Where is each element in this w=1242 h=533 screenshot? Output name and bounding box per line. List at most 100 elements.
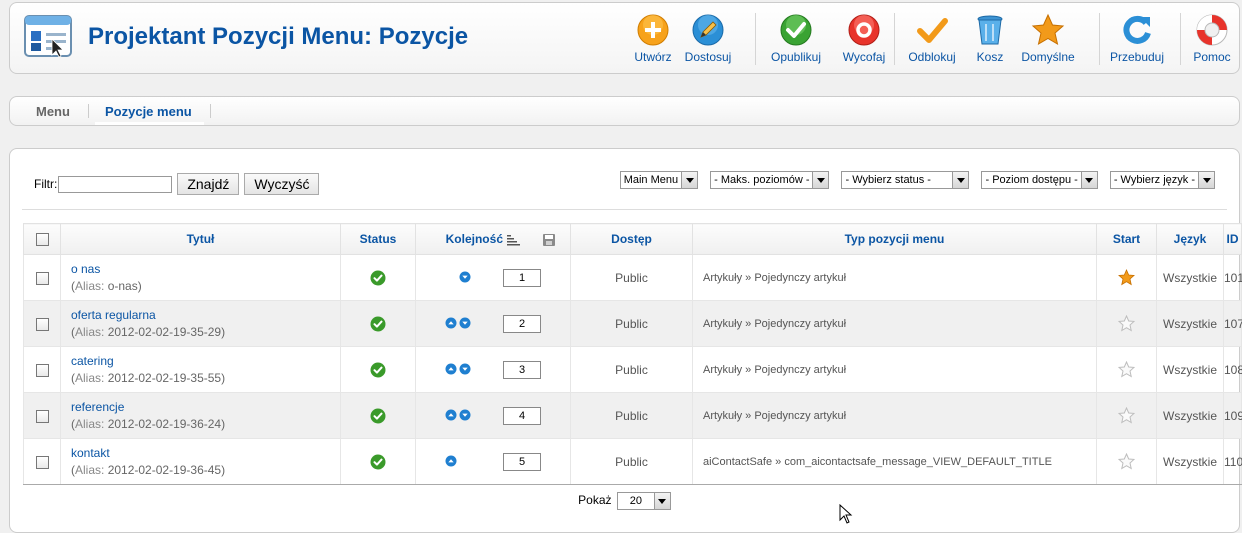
- home-star-empty-icon[interactable]: [1117, 360, 1136, 378]
- row-checkbox[interactable]: [35, 317, 49, 331]
- move-up-icon[interactable]: [445, 317, 457, 329]
- move-down-icon[interactable]: [459, 363, 471, 375]
- help-button[interactable]: Pomoc: [1190, 3, 1234, 73]
- move-down-icon[interactable]: [459, 271, 471, 283]
- max-levels-select[interactable]: - Maks. poziomów -: [710, 171, 830, 189]
- unpublish-button[interactable]: Wycofaj: [838, 3, 890, 73]
- filter-search-input[interactable]: [58, 175, 173, 193]
- submenu-item-menu[interactable]: Menu: [36, 104, 70, 119]
- home-star-empty-icon[interactable]: [1117, 452, 1136, 470]
- help-icon: [1196, 14, 1228, 46]
- order-input[interactable]: 2: [503, 314, 541, 333]
- language-select[interactable]: - Wybierz język -: [1109, 171, 1215, 189]
- access-level-select[interactable]: - Poziom dostępu -: [981, 171, 1098, 189]
- chevron-down-icon: [1198, 172, 1214, 188]
- menu-select[interactable]: Main Menu: [619, 171, 699, 189]
- home-star-icon[interactable]: [1118, 269, 1135, 286]
- item-title-link[interactable]: o nas: [71, 262, 100, 276]
- sort-icon[interactable]: [506, 234, 521, 246]
- new-icon: [637, 14, 669, 46]
- table-row: o nas (Alias: o-nas) 1 Public Artykuły » Poj…: [23, 254, 1242, 301]
- move-down-icon[interactable]: [459, 409, 471, 421]
- access-cell: Public: [570, 438, 693, 485]
- item-title-link[interactable]: oferta regularna: [71, 308, 156, 322]
- chevron-down-icon: [952, 172, 969, 188]
- item-title-link[interactable]: catering: [71, 354, 114, 368]
- filter-selects: Main Menu - Maks. poziomów - - Wybierz s…: [608, 171, 1215, 189]
- new-button[interactable]: Utwórz: [631, 3, 675, 73]
- row-checkbox[interactable]: [35, 455, 49, 469]
- chevron-down-icon: [653, 493, 670, 509]
- publish-button[interactable]: Opublikuj: [766, 3, 826, 73]
- default-star-icon: [1031, 13, 1065, 46]
- order-input[interactable]: 5: [503, 452, 541, 471]
- order-input[interactable]: 4: [503, 406, 541, 425]
- type-cell: aiContactSafe » com_aicontactsafe_messag…: [692, 438, 1097, 485]
- trash-icon: [977, 15, 1003, 45]
- item-alias: (Alias: 2012-02-02-19-36-45): [71, 463, 226, 477]
- edit-button[interactable]: Dostosuj: [677, 3, 739, 73]
- status-column-header[interactable]: Status: [340, 223, 416, 255]
- id-cell: 109: [1223, 392, 1242, 439]
- id-cell: 108: [1223, 346, 1242, 393]
- select-all-header: [23, 223, 61, 255]
- language-column-header[interactable]: Język: [1156, 223, 1224, 255]
- order-input[interactable]: 1: [503, 268, 541, 287]
- rebuild-button[interactable]: Przebuduj: [1108, 3, 1166, 73]
- clear-button[interactable]: Wyczyść: [244, 173, 320, 195]
- published-icon[interactable]: [370, 316, 386, 332]
- search-button[interactable]: Znajdź: [177, 173, 240, 195]
- table-row: catering (Alias: 2012-02-02-19-35-55) 3 Pub…: [23, 346, 1242, 393]
- row-checkbox[interactable]: [35, 409, 49, 423]
- home-column-header[interactable]: Start: [1096, 223, 1157, 255]
- row-checkbox[interactable]: [35, 271, 49, 285]
- item-alias: (Alias: o-nas): [71, 279, 142, 293]
- item-title-link[interactable]: referencje: [71, 400, 124, 414]
- divider: [22, 209, 1227, 210]
- select-all-checkbox[interactable]: [35, 233, 49, 247]
- access-cell: Public: [570, 392, 693, 439]
- id-column-header[interactable]: ID: [1223, 223, 1242, 255]
- published-icon[interactable]: [370, 408, 386, 424]
- order-arrows: [445, 409, 485, 423]
- submenu-separator: [210, 104, 211, 118]
- submenu-item-menu-items[interactable]: Pozycje menu: [95, 104, 204, 125]
- status-select[interactable]: - Wybierz status -: [841, 171, 970, 189]
- toolbar-separator: [1180, 13, 1181, 65]
- access-column-header[interactable]: Dostęp: [570, 223, 693, 255]
- language-cell: Wszystkie: [1156, 300, 1224, 347]
- published-icon[interactable]: [370, 270, 386, 286]
- save-order-icon[interactable]: [542, 233, 556, 247]
- mouse-cursor-icon: [839, 504, 853, 524]
- toolbar-separator: [894, 13, 895, 65]
- checkin-button[interactable]: Odblokuj: [904, 3, 960, 73]
- item-title-link[interactable]: kontakt: [71, 446, 110, 460]
- title-column-header[interactable]: Tytuł: [60, 223, 341, 255]
- submenu-separator: [88, 104, 89, 118]
- published-icon[interactable]: [370, 362, 386, 378]
- order-arrows: [445, 317, 485, 331]
- item-alias: (Alias: 2012-02-02-19-35-55): [71, 371, 226, 385]
- move-up-icon[interactable]: [445, 363, 457, 375]
- list-limit-select[interactable]: 20: [616, 492, 671, 510]
- published-icon[interactable]: [370, 454, 386, 470]
- toolbar-separator: [1099, 13, 1100, 65]
- row-checkbox[interactable]: [35, 363, 49, 377]
- order-input[interactable]: 3: [503, 360, 541, 379]
- type-cell: Artykuły » Pojedynczy artykuł: [692, 392, 1097, 439]
- move-down-icon[interactable]: [459, 317, 471, 329]
- menu-items-table: Tytuł Status Kolejność Dostęp Typ pozycj…: [23, 223, 1242, 485]
- home-star-empty-icon[interactable]: [1117, 314, 1136, 332]
- access-cell: Public: [570, 254, 693, 301]
- main-panel: Filtr: Znajdź Wyczyść Main Menu - Maks. …: [9, 148, 1242, 533]
- chevron-down-icon: [681, 172, 698, 188]
- move-up-icon[interactable]: [445, 455, 457, 467]
- trash-button[interactable]: Kosz: [972, 3, 1008, 73]
- home-star-empty-icon[interactable]: [1117, 406, 1136, 424]
- ordering-header-label[interactable]: Kolejność: [446, 232, 503, 246]
- language-cell: Wszystkie: [1156, 254, 1224, 301]
- default-button[interactable]: Domyślne: [1018, 3, 1078, 73]
- id-cell: 101: [1223, 254, 1242, 301]
- move-up-icon[interactable]: [445, 409, 457, 421]
- edit-icon: [692, 14, 724, 46]
